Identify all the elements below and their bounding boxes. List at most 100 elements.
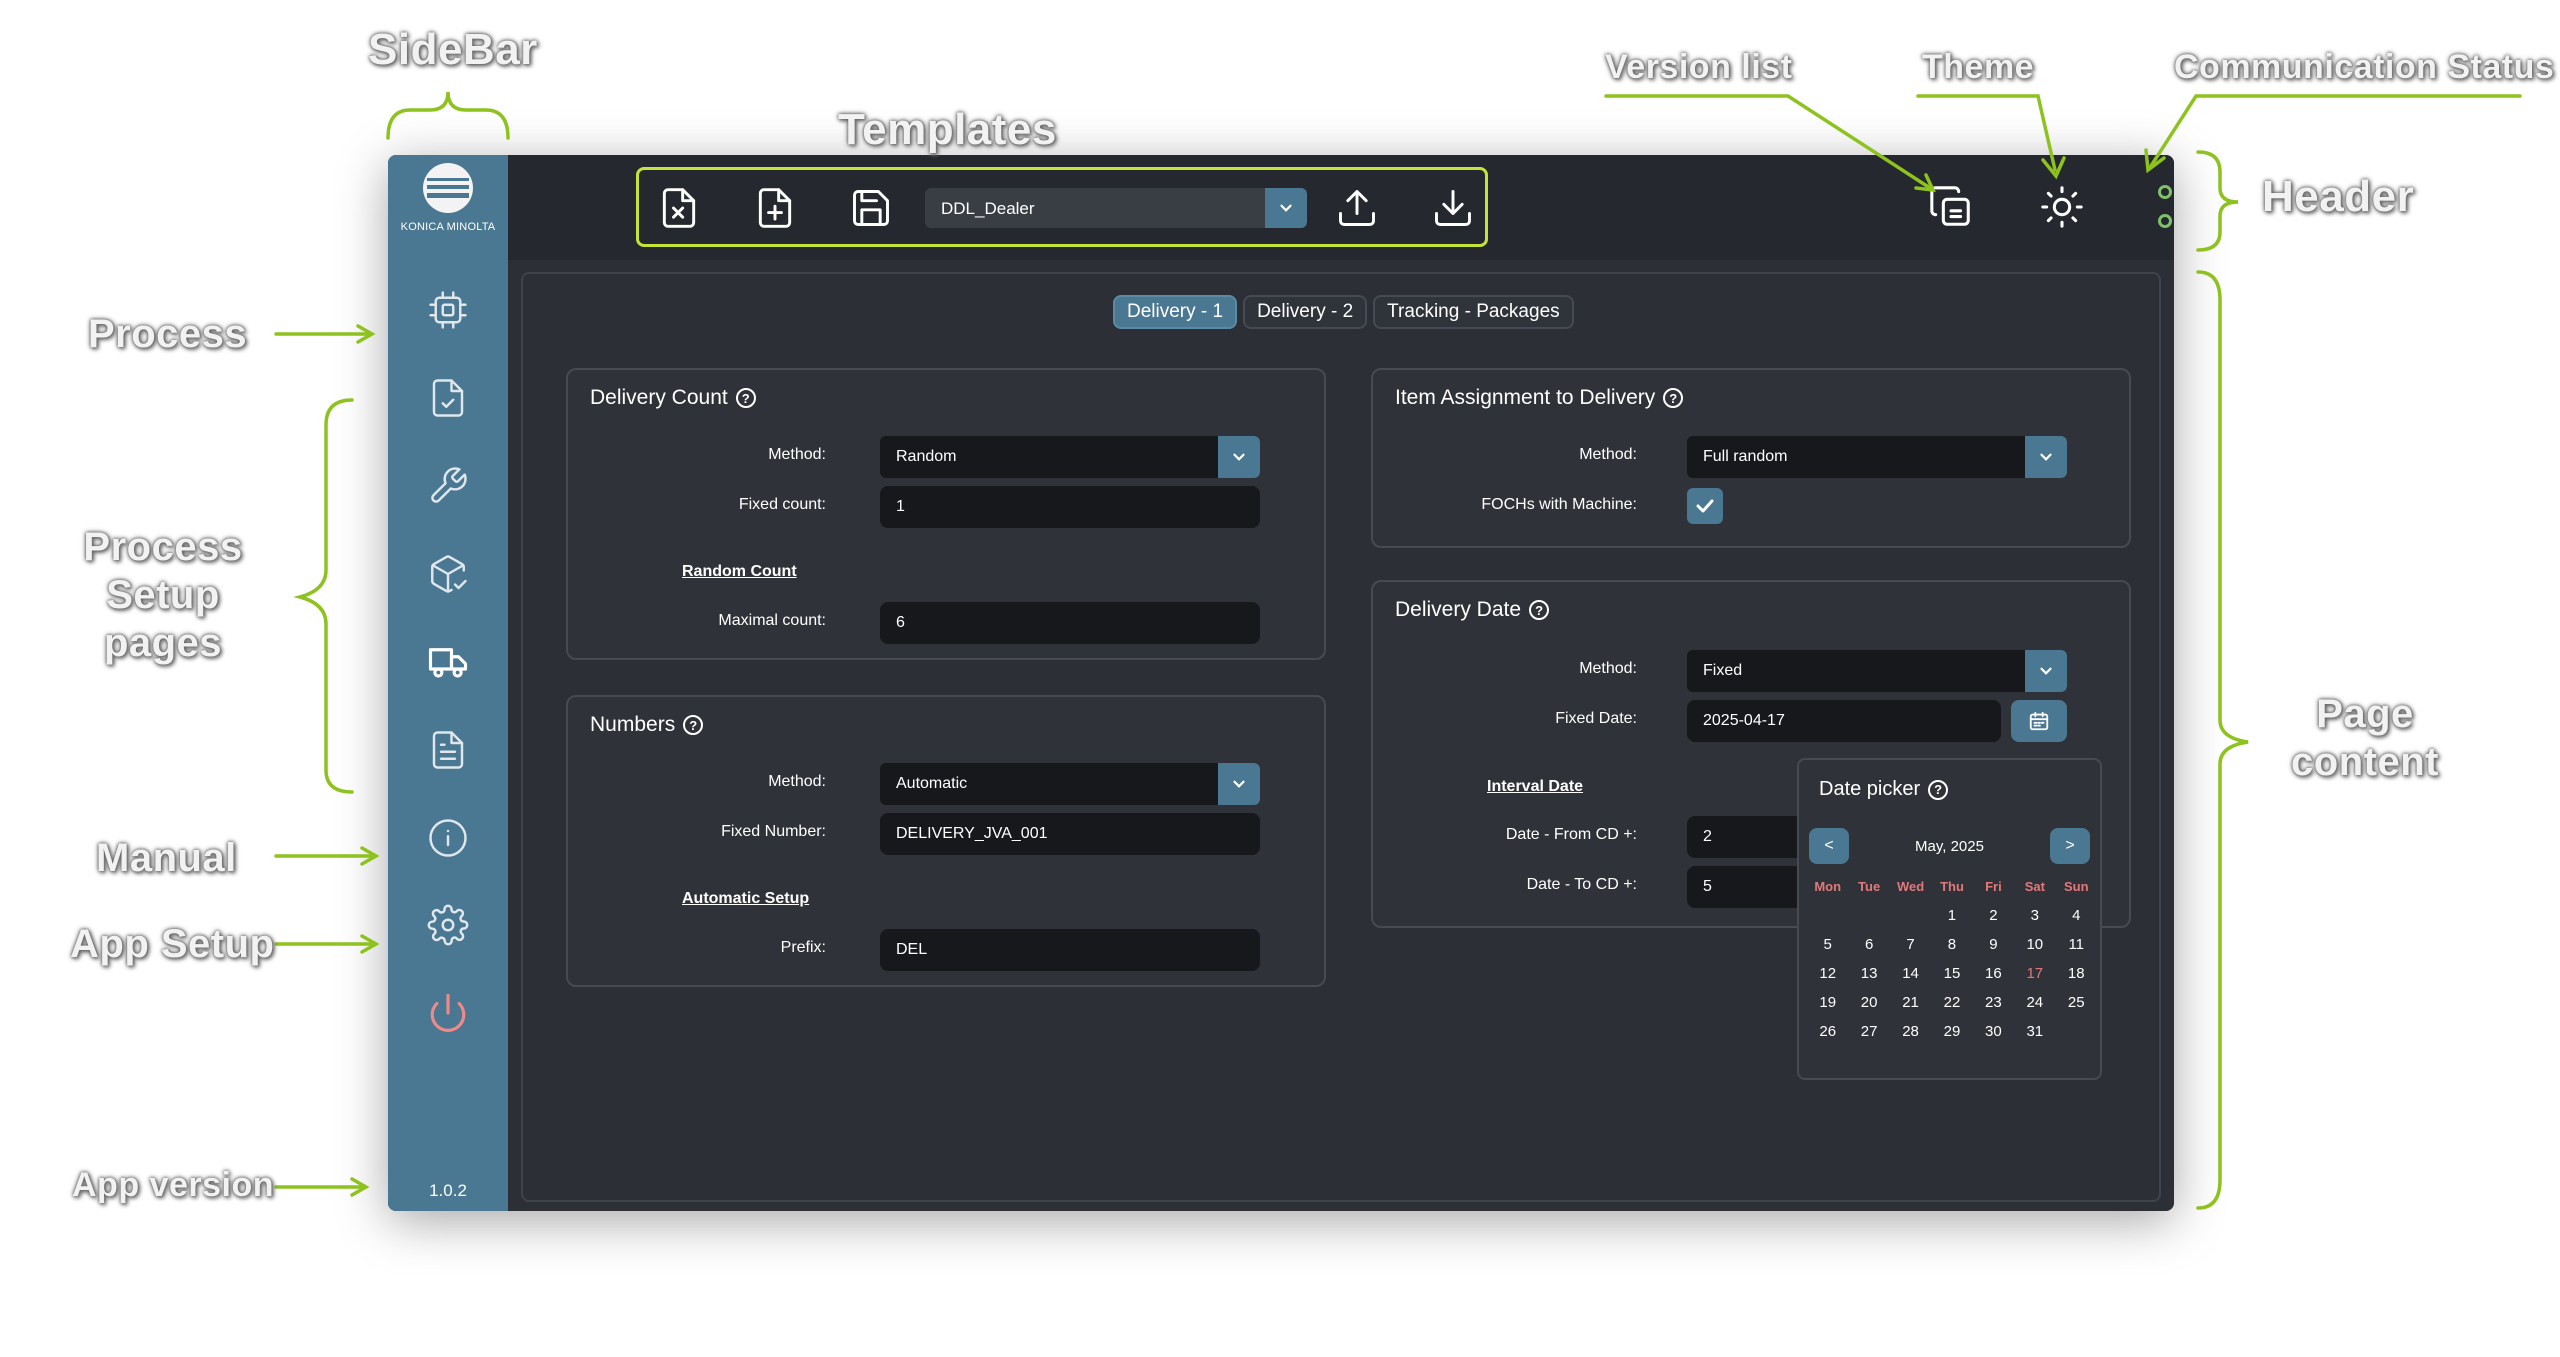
calendar-day[interactable]: 4 <box>2056 901 2097 930</box>
calendar-day[interactable]: 17 <box>2014 959 2055 988</box>
file-check-icon <box>432 379 464 417</box>
calendar-day[interactable]: 19 <box>1807 988 1848 1017</box>
help-icon[interactable]: ? <box>1529 600 1550 620</box>
calendar-day[interactable]: 22 <box>1931 988 1972 1017</box>
new-template-button[interactable] <box>747 180 803 236</box>
calendar-day[interactable]: 27 <box>1848 1017 1889 1046</box>
calendar-day[interactable]: 20 <box>1848 988 1889 1017</box>
calendar-day[interactable]: 24 <box>2014 988 2055 1017</box>
screenshot-stage: KONICA MINOLTA 1.0.2 DDL_Dealer Delivery… <box>0 0 2560 1357</box>
annotation-process: Process <box>88 312 248 356</box>
sidebar-item-manual[interactable] <box>423 813 473 863</box>
help-icon[interactable]: ? <box>1928 779 1949 800</box>
chevron-down-icon[interactable] <box>1265 188 1307 228</box>
date-to-label: Date - To CD +: <box>1526 876 1637 893</box>
chevron-down-icon[interactable] <box>1218 763 1260 805</box>
sidebar-item-check-page[interactable] <box>423 373 473 423</box>
calendar-day[interactable]: 1 <box>1931 901 1972 930</box>
item-assignment-method-select[interactable]: Full random <box>1687 436 2067 478</box>
select-value: Random <box>896 448 957 465</box>
calendar-day[interactable]: 12 <box>1807 959 1848 988</box>
calendar-day[interactable]: 18 <box>2056 959 2097 988</box>
help-icon[interactable]: ? <box>735 388 756 408</box>
date-picker-title: Date picker <box>1819 778 1921 800</box>
fixed-number-label: Fixed Number: <box>721 823 826 840</box>
random-count-link[interactable]: Random Count <box>682 563 797 581</box>
help-icon[interactable]: ? <box>683 715 704 735</box>
chevron-down-icon[interactable] <box>1218 436 1260 478</box>
calendar-day[interactable]: 26 <box>1807 1017 1848 1046</box>
calendar-day[interactable]: 9 <box>1973 930 2014 959</box>
chevron-down-icon[interactable] <box>2025 650 2067 692</box>
next-month-button[interactable]: > <box>2050 828 2090 864</box>
maximal-count-label: Maximal count: <box>718 612 826 629</box>
fixed-date-input[interactable]: 2025-04-17 <box>1687 700 2001 742</box>
calendar-day[interactable]: 25 <box>2056 988 2097 1017</box>
calendar-week-row: 26 27 28 29 30 31 <box>1807 1017 2097 1046</box>
calendar-day[interactable]: 30 <box>1973 1017 2014 1046</box>
chevron-down-icon[interactable] <box>2025 436 2067 478</box>
calendar-day[interactable]: 2 <box>1973 901 2014 930</box>
tab-tracking-packages[interactable]: Tracking - Packages <box>1373 295 1574 329</box>
sidebar-item-process[interactable] <box>423 285 473 335</box>
weekday-label: Fri <box>1985 879 2002 894</box>
prefix-input[interactable]: DEL <box>880 929 1260 971</box>
calendar-day[interactable]: 21 <box>1890 988 1931 1017</box>
calendar-day[interactable]: 10 <box>2014 930 2055 959</box>
download-template-button[interactable] <box>1425 180 1481 236</box>
calendar-day[interactable]: 11 <box>2056 930 2097 959</box>
calendar-day[interactable]: 5 <box>1807 930 1848 959</box>
theme-icon <box>2041 186 2083 228</box>
sidebar-item-delivery[interactable] <box>423 637 473 687</box>
weekday-label: Tue <box>1858 879 1881 894</box>
sidebar-item-document[interactable] <box>423 725 473 775</box>
close-template-button[interactable] <box>651 180 707 236</box>
sidebar-item-tools[interactable] <box>423 461 473 511</box>
fochs-with-machine-checkbox[interactable] <box>1687 488 1723 524</box>
upload-template-button[interactable] <box>1329 180 1385 236</box>
date-picker-popup: Date picker ? < May, 2025 > Mon Tue Wed Thu… <box>1797 758 2102 1080</box>
interval-date-link[interactable]: Interval Date <box>1487 778 1583 796</box>
version-list-button[interactable] <box>1925 181 1977 233</box>
theme-toggle-button[interactable] <box>2036 181 2088 233</box>
annotation-version-list: Version list <box>1605 48 1793 86</box>
annotation-communication-status: Communication Status <box>2174 48 2555 86</box>
panel-title: Delivery Count <box>590 386 728 409</box>
sidebar-item-power[interactable] <box>423 988 473 1038</box>
delivery-count-method-select[interactable]: Random <box>880 436 1260 478</box>
date-from-label: Date - From CD +: <box>1505 826 1637 843</box>
calendar-day[interactable]: 6 <box>1848 930 1889 959</box>
tab-delivery-1[interactable]: Delivery - 1 <box>1113 295 1238 329</box>
calendar-day[interactable]: 13 <box>1848 959 1889 988</box>
calendar-day[interactable]: 3 <box>2014 901 2055 930</box>
calendar-day[interactable]: 7 <box>1890 930 1931 959</box>
calendar-day[interactable]: 29 <box>1931 1017 1972 1046</box>
calendar-day[interactable]: 23 <box>1973 988 2014 1017</box>
annotation-sidebar: SideBar <box>368 25 538 74</box>
calendar-day[interactable]: 14 <box>1890 959 1931 988</box>
sidebar-item-packages[interactable] <box>423 549 473 599</box>
weekday-label: Thu <box>1940 879 1964 894</box>
calendar-day[interactable]: 16 <box>1973 959 2014 988</box>
tab-delivery-2[interactable]: Delivery - 2 <box>1243 295 1368 329</box>
numbers-panel: Numbers ? Method: Automatic Fixed Number… <box>566 695 1326 987</box>
calendar-day[interactable]: 31 <box>2014 1017 2055 1046</box>
calendar-day[interactable]: 15 <box>1931 959 1972 988</box>
fixed-count-input[interactable]: 1 <box>880 486 1260 528</box>
automatic-setup-link[interactable]: Automatic Setup <box>682 890 809 908</box>
open-date-picker-button[interactable] <box>2011 700 2067 742</box>
calendar-week-row: 5 6 7 8 9 10 11 <box>1807 930 2097 959</box>
delivery-date-method-select[interactable]: Fixed <box>1687 650 2067 692</box>
fixed-number-input[interactable]: DELIVERY_JVA_001 <box>880 813 1260 855</box>
maximal-count-input[interactable]: 6 <box>880 602 1260 644</box>
method-label: Method: <box>1579 660 1637 677</box>
weekday-label: Sun <box>2063 879 2089 894</box>
calendar-empty-cell <box>1807 901 1848 930</box>
calendar-day[interactable]: 28 <box>1890 1017 1931 1046</box>
sidebar-item-app-setup[interactable] <box>423 900 473 950</box>
template-select[interactable]: DDL_Dealer <box>925 188 1307 228</box>
help-icon[interactable]: ? <box>1663 388 1684 408</box>
numbers-method-select[interactable]: Automatic <box>880 763 1260 805</box>
save-template-button[interactable] <box>843 180 899 236</box>
calendar-day[interactable]: 8 <box>1931 930 1972 959</box>
